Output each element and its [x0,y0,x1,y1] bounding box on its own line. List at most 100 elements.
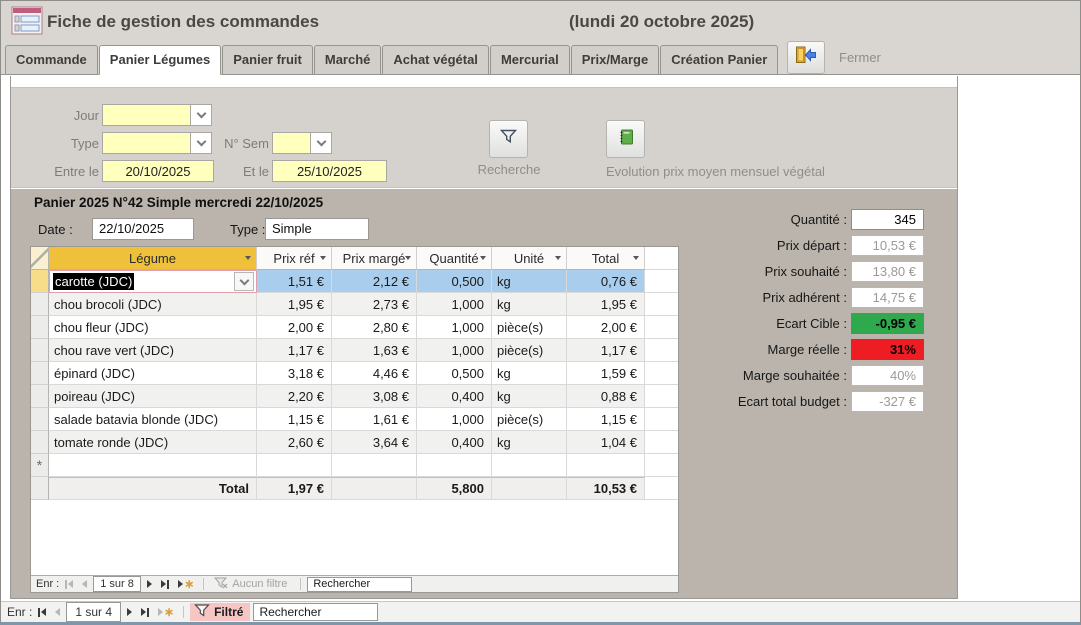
record-label: Enr : [7,605,32,619]
tab-prix-marge[interactable]: Prix/Marge [571,45,659,75]
table-row[interactable]: tomate ronde (JDC)2,60 €3,64 €0,400kg1,0… [31,431,678,454]
new-record-button[interactable]: ∗ [155,606,177,618]
summary-value-editable[interactable]: 345 [851,209,924,230]
cell-unite[interactable]: kg [492,431,567,454]
date-fin-field[interactable]: 25/10/2025 [272,160,387,182]
cell-empty[interactable] [417,454,492,477]
evolution-prix-button[interactable] [606,120,645,158]
type-combobox[interactable] [102,132,212,154]
cell-legume[interactable]: tomate ronde (JDC) [49,431,257,454]
total-label: Total [49,477,257,500]
sem-combobox[interactable] [272,132,332,154]
tab-strip: CommandePanier LégumesPanier fruitMarché… [5,45,779,75]
summary-value-readonly: 10,53 € [851,235,924,256]
summary-label: Prix adhérent : [571,290,847,305]
evolution-button-label: Evolution prix moyen mensuel végétal [606,164,825,179]
summary-label: Ecart total budget : [571,394,847,409]
new-record-icon: ∗ [184,580,194,588]
recherche-button-label: Recherche [463,162,555,177]
form-search-input[interactable] [253,603,378,621]
cell-empty[interactable] [332,454,417,477]
datasheet-empty-area [31,500,678,575]
panier-section: Panier 2025 N°42 Simple mercredi 22/10/2… [11,189,957,598]
green-book-icon [618,129,634,150]
new-record-button[interactable]: ∗ [175,578,197,590]
prev-record-button[interactable] [79,578,90,590]
filter-funnel-icon [500,129,517,149]
total-quantite: 5,800 [417,477,492,500]
new-record-marker: * [31,454,49,477]
summary-label: Quantité : [571,212,847,227]
first-record-button[interactable] [35,606,49,619]
summary-label: Ecart Cible : [571,316,847,331]
new-record-row[interactable]: * [31,454,678,477]
row-selector [31,477,49,500]
application-window: Fiche de gestion des commandes (lundi 20… [0,0,1081,625]
tab-march-[interactable]: Marché [314,45,382,75]
last-record-button[interactable] [158,578,172,591]
summary-label: Prix souhaité : [571,264,847,279]
title-bar: Fiche de gestion des commandes (lundi 20… [1,1,1080,75]
summary-value-readonly: 14,75 € [851,287,924,308]
chevron-down-icon[interactable] [310,133,331,153]
panier-title: Panier 2025 N°42 Simple mercredi 22/10/2… [34,195,323,210]
no-filter-icon [214,577,228,592]
close-form-button[interactable] [787,41,825,74]
subform-search-input[interactable] [307,577,412,592]
et-le-label: Et le [225,164,269,179]
chevron-down-icon[interactable] [190,133,211,153]
chevron-down-icon[interactable] [190,105,211,125]
tab-achat-v-g-tal[interactable]: Achat végétal [382,45,489,75]
row-filler [645,431,678,454]
summary-row: Prix départ :10,53 € [11,235,957,257]
row-filler [645,454,678,477]
summary-value-red: 31% [851,339,924,360]
record-position[interactable]: 1 sur 8 [93,576,141,592]
prev-record-button[interactable] [52,606,63,618]
filter-state-toggle[interactable]: Aucun filtre [210,576,294,593]
filter-section: Jour Type N° Sem Entre le 20/10/2025 Et … [11,87,957,188]
total-prix_marge [332,477,417,500]
summary-value-readonly: 40% [851,365,924,386]
summary-row: Ecart Cible :-0,95 € [11,313,957,335]
form-body: Jour Type N° Sem Entre le 20/10/2025 Et … [10,76,958,599]
filter-funnel-icon [194,604,210,620]
summary-label: Marge souhaitée : [571,368,847,383]
total-prix_ref: 1,97 € [257,477,332,500]
cell-empty[interactable] [492,454,567,477]
summary-value-readonly: -327 € [851,391,924,412]
cell-quantite[interactable]: 0,400 [417,431,492,454]
first-record-button[interactable] [62,578,76,591]
tab-commande[interactable]: Commande [5,45,98,75]
tab-panier-fruit[interactable]: Panier fruit [222,45,313,75]
jour-label: Jour [19,108,99,123]
record-position[interactable]: 1 sur 4 [66,602,121,622]
last-record-button[interactable] [138,606,152,619]
row-selector[interactable] [31,431,49,454]
close-button-label: Fermer [839,50,881,65]
entre-le-label: Entre le [19,164,99,179]
cell-prix_marge[interactable]: 3,64 € [332,431,417,454]
form-icon [11,6,45,41]
summary-row: Prix souhaité :13,80 € [11,261,957,283]
summary-row: Marge réelle : 31% [11,339,957,361]
cell-empty[interactable] [567,454,645,477]
cell-prix_ref[interactable]: 2,60 € [257,431,332,454]
jour-combobox[interactable] [102,104,212,126]
recherche-button[interactable] [489,120,528,158]
cell-total[interactable]: 1,04 € [567,431,645,454]
total-total: 10,53 € [567,477,645,500]
record-label: Enr : [36,578,59,590]
tab-cr-ation-panier[interactable]: Création Panier [660,45,778,75]
cell-empty[interactable] [49,454,257,477]
date-debut-field[interactable]: 20/10/2025 [102,160,214,182]
tab-mercurial[interactable]: Mercurial [490,45,570,75]
summary-row: Ecart total budget : -327 € [11,391,957,413]
next-record-button[interactable] [144,578,155,590]
tab-panier-l-gumes[interactable]: Panier Légumes [99,45,221,75]
new-record-icon: ∗ [164,608,174,616]
filter-state-toggle[interactable]: Filtré [190,603,250,621]
summary-label: Marge réelle : [571,342,847,357]
cell-empty[interactable] [257,454,332,477]
next-record-button[interactable] [124,606,135,618]
